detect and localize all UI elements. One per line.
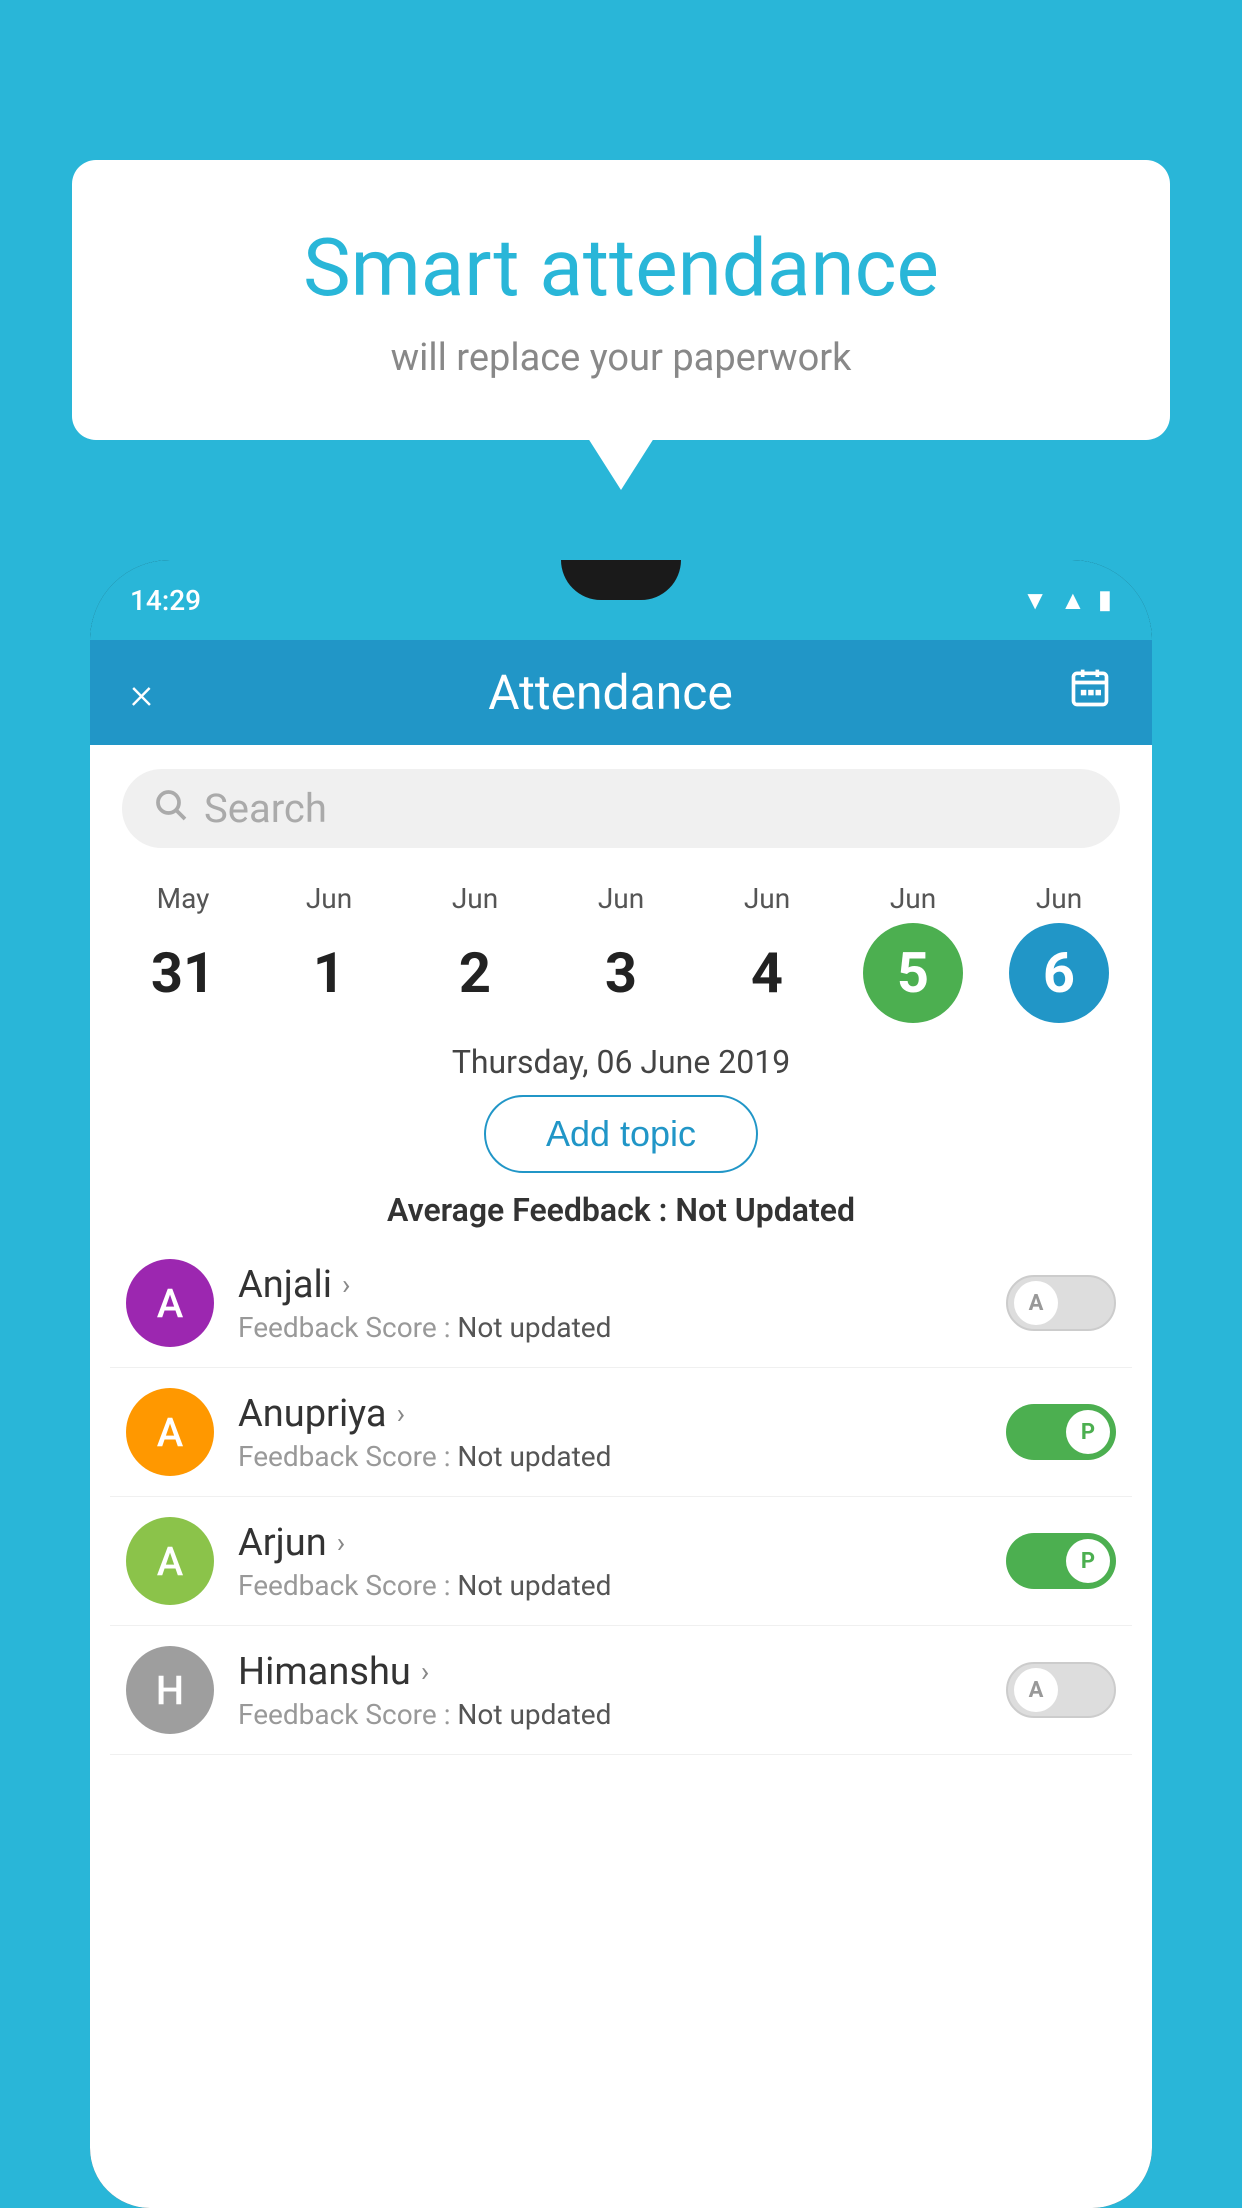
status-icons: ▼ ▲ ▮ [1022, 585, 1112, 616]
student-feedback-1: Feedback Score : Not updated [238, 1440, 1006, 1473]
student-info-1: Anupriya › Feedback Score : Not updated [238, 1392, 1006, 1473]
student-info-0: Anjali › Feedback Score : Not updated [238, 1263, 1006, 1344]
student-item-3[interactable]: H Himanshu › Feedback Score : Not updatedA [110, 1626, 1132, 1755]
attendance-toggle-3[interactable]: A [1006, 1662, 1116, 1718]
avatar-1: A [126, 1388, 214, 1476]
signal-icon: ▲ [1060, 585, 1086, 616]
student-name-0: Anjali › [238, 1263, 1006, 1307]
chevron-icon-1: › [397, 1397, 405, 1430]
student-item-1[interactable]: A Anupriya › Feedback Score : Not updated P [110, 1368, 1132, 1497]
average-feedback: Average Feedback : Not Updated [90, 1191, 1152, 1229]
avg-feedback-value: Not Updated [675, 1191, 855, 1229]
toggle-knob-3: A [1014, 1668, 1058, 1712]
student-feedback-0: Feedback Score : Not updated [238, 1311, 1006, 1344]
attendance-toggle-2[interactable]: P [1006, 1533, 1116, 1589]
speech-bubble: Smart attendance will replace your paper… [72, 160, 1170, 440]
battery-icon: ▮ [1098, 585, 1112, 615]
cal-num-3: 3 [571, 923, 671, 1023]
calendar-day-4[interactable]: Jun 4 [702, 882, 832, 1023]
search-input[interactable]: Search [204, 785, 327, 832]
cal-num-6: 6 [1009, 923, 1109, 1023]
cal-month-2: Jun [452, 882, 498, 915]
student-name-1: Anupriya › [238, 1392, 1006, 1436]
close-button[interactable]: × [130, 667, 153, 719]
cal-num-0: 31 [133, 923, 233, 1023]
calendar-day-2[interactable]: Jun 2 [410, 882, 540, 1023]
avg-feedback-label: Average Feedback : [387, 1191, 675, 1229]
header-title: Attendance [488, 664, 733, 721]
selected-date: Thursday, 06 June 2019 [90, 1043, 1152, 1081]
student-info-2: Arjun › Feedback Score : Not updated [238, 1521, 1006, 1602]
chevron-icon-3: › [421, 1655, 429, 1688]
student-name-3: Himanshu › [238, 1650, 1006, 1694]
app-header: × Attendance [90, 640, 1152, 745]
calendar-day-3[interactable]: Jun 3 [556, 882, 686, 1023]
add-topic-button[interactable]: Add topic [484, 1095, 758, 1173]
toggle-knob-2: P [1066, 1539, 1110, 1583]
cal-month-3: Jun [598, 882, 644, 915]
avatar-2: A [126, 1517, 214, 1605]
bubble-subtitle: will replace your paperwork [152, 336, 1090, 380]
attendance-toggle-0[interactable]: A [1006, 1275, 1116, 1331]
student-feedback-3: Feedback Score : Not updated [238, 1698, 1006, 1731]
toggle-knob-0: A [1014, 1281, 1058, 1325]
student-name-2: Arjun › [238, 1521, 1006, 1565]
calendar-strip: May 31 Jun 1 Jun 2 Jun 3 Jun 4 Jun 5 Jun 6 [90, 872, 1152, 1023]
notch [561, 560, 681, 600]
bubble-title: Smart attendance [152, 220, 1090, 316]
calendar-day-0[interactable]: May 31 [118, 882, 248, 1023]
calendar-day-6[interactable]: Jun 6 [994, 882, 1124, 1023]
student-list: AAnjali ›Feedback Score : Not updatedAAA… [90, 1239, 1152, 1755]
calendar-icon[interactable] [1068, 666, 1112, 720]
phone-frame: 14:29 ▼ ▲ ▮ × Attendance [90, 560, 1152, 2208]
cal-month-4: Jun [744, 882, 790, 915]
search-bar[interactable]: Search [122, 769, 1120, 848]
chevron-icon-2: › [337, 1526, 345, 1559]
status-bar: 14:29 ▼ ▲ ▮ [90, 560, 1152, 640]
wifi-icon: ▼ [1022, 585, 1048, 616]
student-item-2[interactable]: A Arjun › Feedback Score : Not updated P [110, 1497, 1132, 1626]
status-time: 14:29 [130, 584, 201, 617]
cal-month-5: Jun [890, 882, 936, 915]
student-item-0[interactable]: AAnjali ›Feedback Score : Not updatedA [110, 1239, 1132, 1368]
cal-month-6: Jun [1036, 882, 1082, 915]
chevron-icon-0: › [342, 1268, 350, 1301]
toggle-knob-1: P [1066, 1410, 1110, 1454]
student-feedback-2: Feedback Score : Not updated [238, 1569, 1006, 1602]
avatar-3: H [126, 1646, 214, 1734]
calendar-day-1[interactable]: Jun 1 [264, 882, 394, 1023]
cal-num-4: 4 [717, 923, 817, 1023]
search-icon [152, 786, 188, 831]
avatar-0: A [126, 1259, 214, 1347]
cal-num-1: 1 [279, 923, 379, 1023]
cal-month-0: May [157, 882, 210, 915]
cal-num-5: 5 [863, 923, 963, 1023]
attendance-toggle-1[interactable]: P [1006, 1404, 1116, 1460]
cal-month-1: Jun [306, 882, 352, 915]
student-info-3: Himanshu › Feedback Score : Not updated [238, 1650, 1006, 1731]
cal-num-2: 2 [425, 923, 525, 1023]
calendar-day-5[interactable]: Jun 5 [848, 882, 978, 1023]
phone-screen: × Attendance [90, 640, 1152, 2208]
